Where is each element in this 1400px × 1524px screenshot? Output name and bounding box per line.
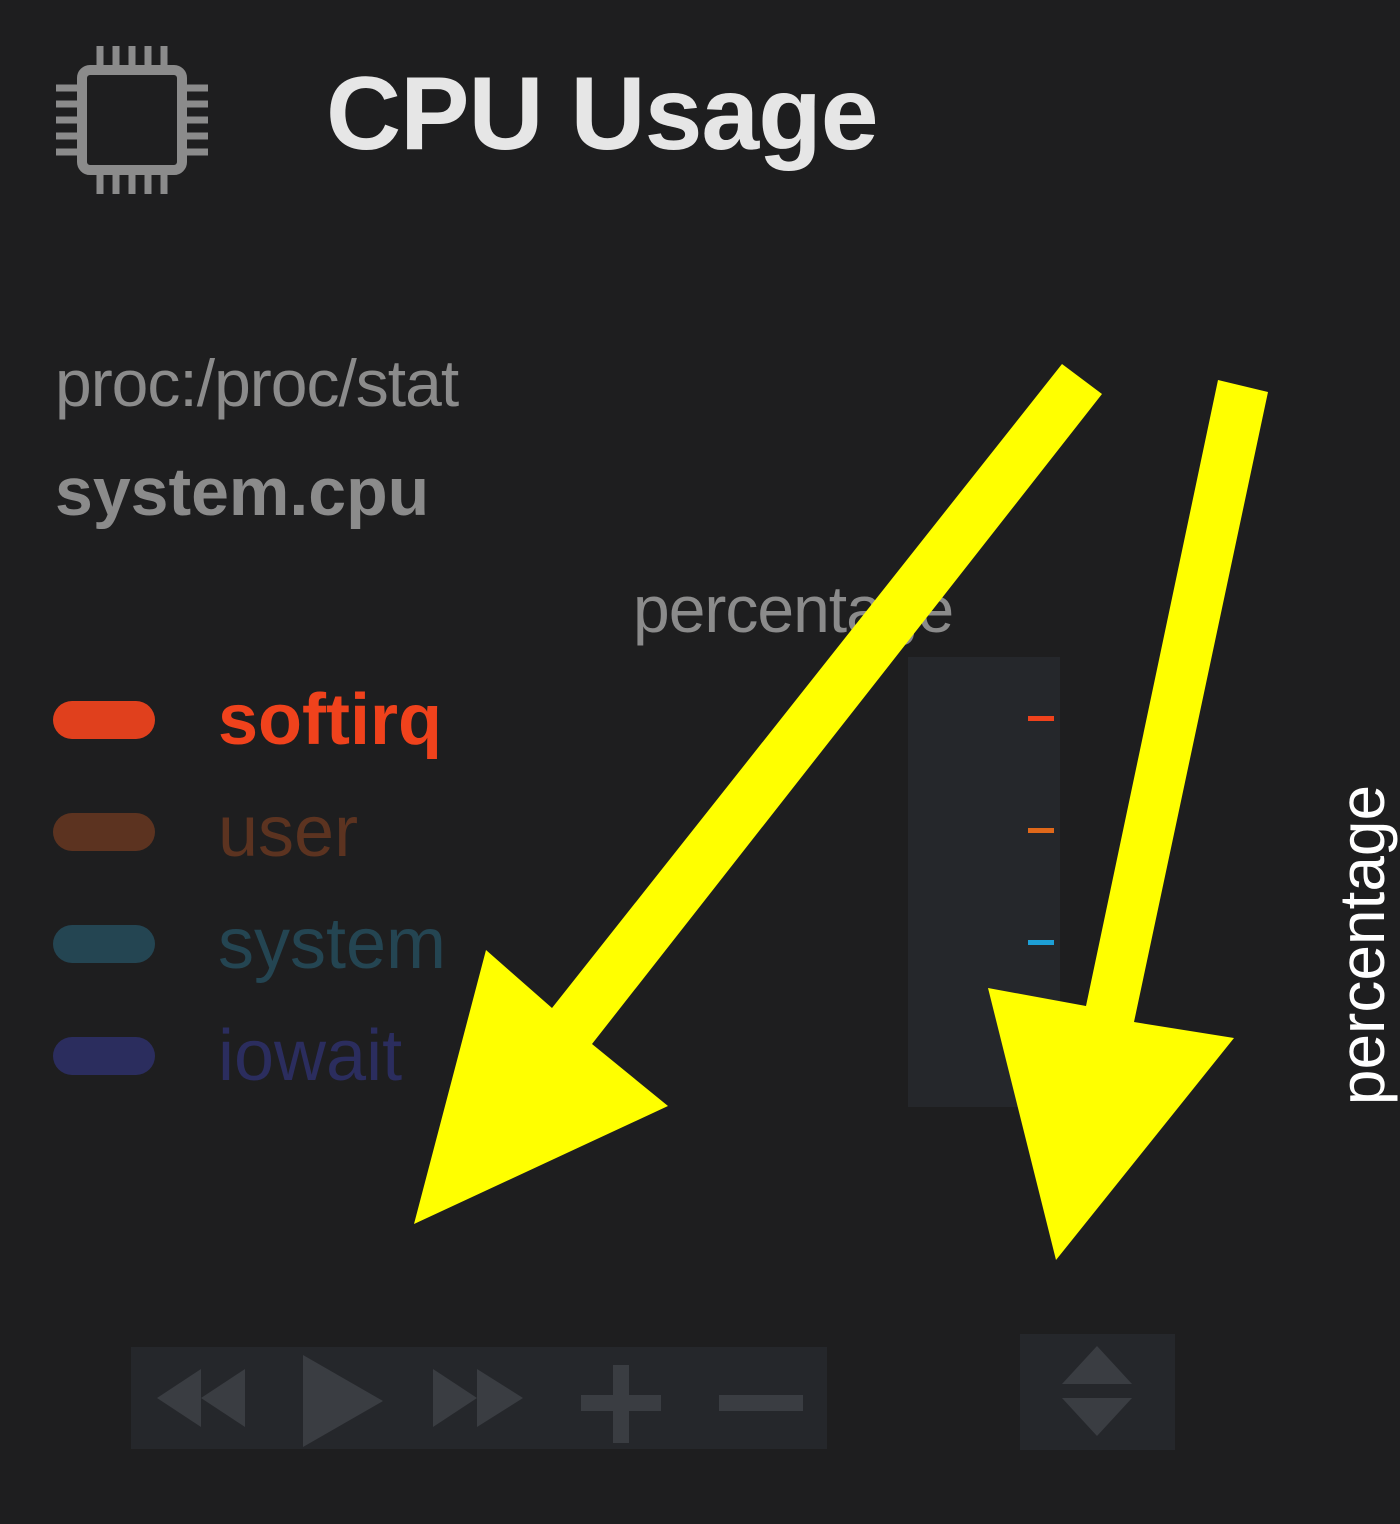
value-softirq (1028, 716, 1054, 721)
chart-source: proc:/proc/stat (55, 346, 459, 420)
legend-item-system[interactable]: system (53, 904, 613, 984)
play-icon[interactable] (291, 1347, 391, 1449)
legend-values-panel (908, 657, 1060, 1107)
fast-forward-icon[interactable] (427, 1347, 537, 1449)
chart-toolbar (131, 1347, 827, 1449)
legend-item-iowait[interactable]: iowait (53, 1016, 613, 1096)
legend-label: softirq (218, 680, 442, 760)
legend-swatch (53, 813, 155, 851)
cpu-chip-icon (56, 46, 208, 194)
legend-item-user[interactable]: user (53, 792, 613, 872)
legend-label: iowait (218, 1016, 403, 1096)
legend-label: system (218, 904, 447, 984)
legend-label: user (218, 792, 359, 872)
legend-swatch (53, 1037, 155, 1075)
minus-icon[interactable] (711, 1347, 811, 1449)
resize-handle[interactable] (1020, 1334, 1175, 1450)
rewind-icon[interactable] (145, 1347, 255, 1449)
legend-swatch (53, 925, 155, 963)
chart-title: CPU Usage (326, 56, 879, 172)
resize-updown-icon (1062, 1346, 1132, 1436)
chart-units-label: percentage (633, 572, 954, 646)
legend-item-softirq[interactable]: softirq (53, 680, 613, 760)
value-user (1028, 828, 1054, 833)
value-system (1028, 940, 1054, 945)
y-axis-label: percentage (1326, 784, 1398, 1106)
plus-icon[interactable] (571, 1347, 671, 1449)
annotation-arrows (414, 364, 1268, 1260)
legend-swatch (53, 701, 155, 739)
chart-context: system.cpu (55, 454, 430, 530)
